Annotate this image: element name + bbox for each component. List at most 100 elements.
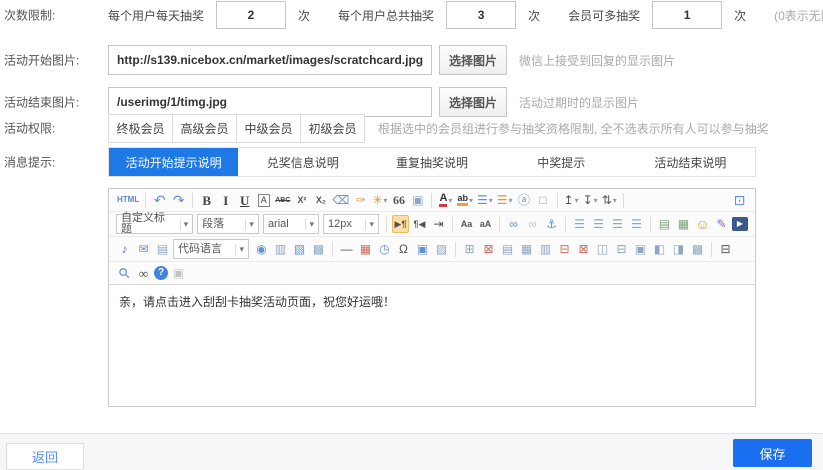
- format-brush-icon[interactable]: ✑: [352, 191, 369, 209]
- align-right-icon[interactable]: ☰: [609, 215, 626, 233]
- start-image-input[interactable]: [108, 45, 432, 75]
- insert-table-icon[interactable]: ⊞: [461, 240, 478, 258]
- end-image-hint: 活动过期时的显示图片: [519, 94, 639, 111]
- subscript-icon[interactable]: X₂: [312, 191, 329, 209]
- superscript-icon[interactable]: X²: [293, 191, 310, 209]
- align-center-icon[interactable]: ☰: [590, 215, 607, 233]
- multi-image-icon[interactable]: ▦: [675, 215, 692, 233]
- start-image-pick-button[interactable]: 选择图片: [439, 45, 507, 75]
- font-family-select[interactable]: arial: [263, 214, 319, 234]
- perm-option-ultimate[interactable]: 终极会员: [108, 114, 173, 143]
- back-button[interactable]: 返回: [6, 443, 84, 470]
- lowercase-icon[interactable]: aA: [477, 215, 494, 233]
- paste-text-icon[interactable]: ▣: [409, 191, 426, 209]
- enter-rtl-icon[interactable]: ¶◀: [411, 215, 428, 233]
- scrawl-icon[interactable]: ✎: [713, 215, 730, 233]
- print-icon[interactable]: ⊟: [717, 240, 734, 258]
- indent-icon[interactable]: ⇥: [430, 215, 447, 233]
- line-height-icon[interactable]: ⇅: [601, 191, 618, 209]
- font-size-select[interactable]: 12px: [323, 214, 379, 234]
- align-left-icon[interactable]: ☰: [571, 215, 588, 233]
- anchor-icon[interactable]: ⚓: [543, 215, 560, 233]
- date-icon[interactable]: ▦: [357, 240, 374, 258]
- insert-row-icon[interactable]: ▦: [518, 240, 535, 258]
- align-justify-icon[interactable]: ☰: [628, 215, 645, 233]
- uppercase-icon[interactable]: Aa: [458, 215, 475, 233]
- total-draw-input[interactable]: [446, 1, 516, 29]
- redo-icon[interactable]: ↷: [170, 191, 187, 209]
- merge-right-icon[interactable]: ◫: [594, 240, 611, 258]
- split-row-icon[interactable]: ◧: [651, 240, 668, 258]
- background-color-icon[interactable]: ab: [456, 191, 474, 209]
- save-button[interactable]: 保存: [733, 439, 812, 467]
- time-icon[interactable]: ◷: [376, 240, 393, 258]
- insert-col-icon[interactable]: ▥: [537, 240, 554, 258]
- font-color-icon[interactable]: A: [437, 191, 454, 209]
- unlink-icon[interactable]: ∞: [524, 215, 541, 233]
- ordered-list-icon[interactable]: ☰: [476, 191, 494, 209]
- horizontal-rule-icon[interactable]: —: [338, 240, 355, 258]
- source-code-button[interactable]: HTML: [116, 191, 140, 209]
- bold-icon[interactable]: B: [198, 191, 215, 209]
- map-icon[interactable]: ▧: [291, 240, 308, 258]
- font-border-icon[interactable]: A: [255, 191, 272, 209]
- paragraph-space-top-icon[interactable]: ↥: [563, 191, 580, 209]
- merge-down-icon[interactable]: ⊟: [613, 240, 630, 258]
- auto-typeset-icon[interactable]: ✳: [371, 191, 388, 209]
- new-doc-icon[interactable]: □: [535, 191, 552, 209]
- anchor-ref-icon[interactable]: ⓐ: [516, 191, 533, 209]
- tab-win-note[interactable]: 中奖提示: [497, 148, 626, 176]
- total-draw-unit: 次: [528, 7, 540, 24]
- delete-table-icon[interactable]: ⊠: [480, 240, 497, 258]
- help-icon[interactable]: ?: [154, 266, 168, 280]
- perm-option-middle[interactable]: 中级会员: [236, 114, 301, 143]
- end-image-pick-button[interactable]: 选择图片: [439, 87, 507, 117]
- delete-row-icon[interactable]: ⊟: [556, 240, 573, 258]
- perm-option-junior[interactable]: 初级会员: [300, 114, 365, 143]
- enter-ltr-icon[interactable]: ▶¶: [392, 215, 409, 233]
- find-replace-icon[interactable]: ∞: [135, 264, 152, 282]
- insert-code-icon[interactable]: ◉: [253, 240, 270, 258]
- perm-option-senior[interactable]: 高级会员: [172, 114, 237, 143]
- paste-icon[interactable]: ▣: [170, 264, 187, 282]
- snapshot-icon[interactable]: ▨: [433, 240, 450, 258]
- strikethrough-icon[interactable]: ABC: [274, 191, 291, 209]
- toolbar-separator: [452, 217, 453, 232]
- daily-draw-input[interactable]: [216, 1, 286, 29]
- heading-select[interactable]: 自定义标题: [116, 214, 193, 234]
- insert-frame-icon[interactable]: ▤: [154, 240, 171, 258]
- editor-body[interactable]: 亲，请点击进入刮刮卡抽奖活动页面，祝您好运哦！: [109, 285, 755, 406]
- merge-cells-icon[interactable]: ▣: [632, 240, 649, 258]
- paragraph-select[interactable]: 段落: [197, 214, 259, 234]
- blockquote-icon[interactable]: 66: [390, 191, 407, 209]
- code-language-select[interactable]: 代码语言: [173, 239, 249, 259]
- eraser-icon[interactable]: ⌫: [331, 191, 350, 209]
- music-icon[interactable]: ♪: [116, 240, 133, 258]
- tab-activity-start-note[interactable]: 活动开始提示说明: [109, 148, 238, 176]
- italic-icon[interactable]: I: [217, 191, 234, 209]
- member-extra-draw-input[interactable]: [652, 1, 722, 29]
- average-cells-icon[interactable]: ▩: [689, 240, 706, 258]
- special-char-icon[interactable]: Ω: [395, 240, 412, 258]
- image-icon[interactable]: ▤: [656, 215, 673, 233]
- screenshot-icon[interactable]: ▩: [310, 240, 327, 258]
- video-icon[interactable]: ▶: [732, 217, 748, 231]
- tab-activity-end-note[interactable]: 活动结束说明: [626, 148, 755, 176]
- underline-icon[interactable]: U: [236, 191, 253, 209]
- unordered-list-icon[interactable]: ☰: [496, 191, 514, 209]
- attachment-icon[interactable]: ✉: [135, 240, 152, 258]
- delete-col-icon[interactable]: ⊠: [575, 240, 592, 258]
- tab-repeat-draw-note[interactable]: 重复抽奖说明: [367, 148, 496, 176]
- paragraph-space-bottom-icon[interactable]: ↧: [582, 191, 599, 209]
- tab-redeem-info[interactable]: 兑奖信息说明: [238, 148, 367, 176]
- fullscreen-icon[interactable]: ⊡: [731, 191, 748, 209]
- preview-icon[interactable]: ⚲: [116, 264, 133, 282]
- undo-icon[interactable]: ↶: [151, 191, 168, 209]
- stamp-icon[interactable]: ▣: [414, 240, 431, 258]
- table-title-icon[interactable]: ▤: [499, 240, 516, 258]
- split-col-icon[interactable]: ◨: [670, 240, 687, 258]
- link-icon[interactable]: ∞: [505, 215, 522, 233]
- end-image-input[interactable]: [108, 87, 432, 117]
- emotion-icon[interactable]: ☺: [694, 215, 711, 233]
- pagebreak-icon[interactable]: ▥: [272, 240, 289, 258]
